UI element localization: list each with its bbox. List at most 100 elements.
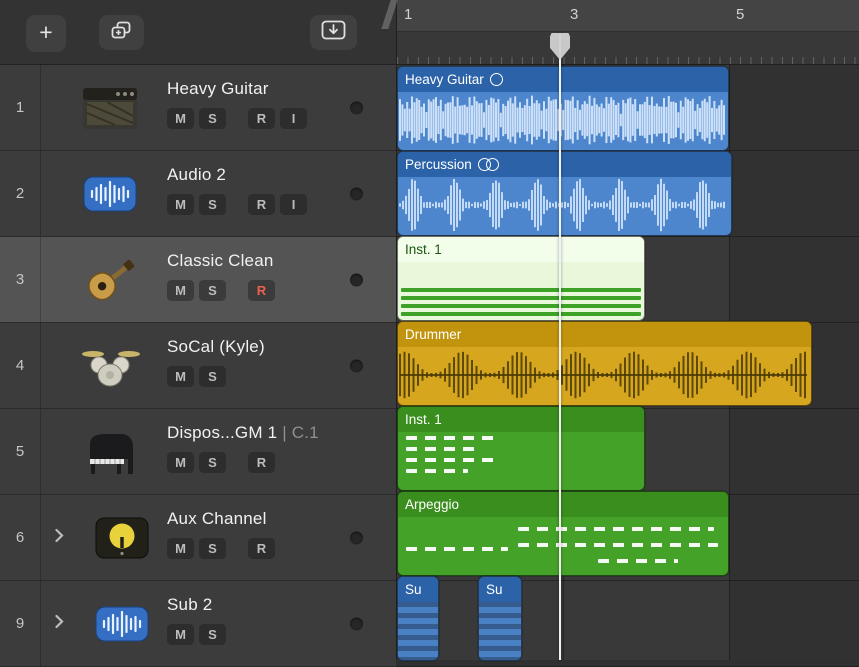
track-name[interactable]: Sub 2	[167, 595, 226, 615]
solo-button[interactable]: S	[199, 366, 226, 387]
track-number: 5	[0, 409, 41, 494]
track-buttons: MS	[167, 624, 226, 645]
amp-icon	[68, 85, 152, 131]
bar-number: 3	[570, 6, 578, 23]
region-header: Su	[398, 577, 438, 602]
record-enable-button[interactable]: R	[248, 194, 275, 215]
header-timeline-divider[interactable]	[396, 0, 397, 660]
duplicate-track-button[interactable]	[99, 15, 144, 50]
region-drummer[interactable]: Drummer	[397, 321, 812, 406]
mute-button[interactable]: M	[167, 280, 194, 301]
region-name: Heavy Guitar	[405, 72, 484, 87]
region-header: Su	[479, 577, 521, 602]
mute-button[interactable]: M	[167, 538, 194, 559]
region-inst-1[interactable]: Inst. 1	[397, 236, 645, 321]
track-name[interactable]: Classic Clean	[167, 251, 275, 271]
track-name[interactable]: Aux Channel	[167, 509, 275, 529]
input-monitoring-button[interactable]: I	[280, 108, 307, 129]
midi-note-bar	[401, 288, 641, 292]
bar-number: 5	[736, 6, 744, 23]
record-enable-button[interactable]: R	[248, 108, 275, 129]
mute-button[interactable]: M	[167, 452, 194, 473]
loop-circle-icon	[490, 73, 503, 86]
track-header-6[interactable]: 6Aux ChannelMSR	[0, 495, 396, 581]
track-state-dot	[350, 187, 363, 200]
track-name[interactable]: Audio 2	[167, 165, 307, 185]
track-buttons: MS	[167, 366, 265, 387]
solo-button[interactable]: S	[199, 280, 226, 301]
region-header: Arpeggio	[398, 492, 728, 517]
audio-waveform	[398, 177, 729, 233]
region-body	[398, 262, 644, 320]
midi-note-bar	[401, 312, 641, 316]
track-state-dot	[350, 359, 363, 372]
region-header: Inst. 1	[398, 237, 644, 262]
track-number: 1	[0, 65, 41, 150]
track-header-9[interactable]: 9 Sub 2 MS	[0, 581, 396, 667]
region-su[interactable]: Su	[478, 576, 522, 661]
region-header: Drummer	[398, 322, 811, 347]
track-number: 9	[0, 581, 41, 666]
control-bar: +	[0, 0, 396, 65]
region-arpeggio[interactable]: Arpeggio	[397, 491, 729, 576]
piano-icon	[68, 428, 152, 476]
region-header: Heavy Guitar	[398, 67, 728, 92]
track-header-5[interactable]: 5 Dispos...GM 1 | C.1 MS R	[0, 409, 396, 495]
add-track-button[interactable]: +	[26, 15, 66, 52]
audio-waveform	[398, 92, 726, 148]
track-buttons: MS R	[167, 280, 275, 301]
track-buttons: MS RI	[167, 108, 307, 129]
knob-icon	[80, 517, 164, 559]
playhead-line	[559, 34, 561, 660]
track-name[interactable]: SoCal (Kyle)	[167, 337, 265, 357]
region-body	[479, 602, 521, 660]
disclosure-chevron-icon[interactable]	[55, 614, 64, 633]
timeline-area: 1 3 5 Heavy Guitar Percussion Inst. 1 Drummer…	[397, 0, 859, 660]
mute-button[interactable]: M	[167, 624, 194, 645]
solo-button[interactable]: S	[199, 108, 226, 129]
drum-kit-icon	[68, 342, 152, 390]
bar-number: 1	[404, 6, 412, 23]
record-enable-button[interactable]: R	[248, 538, 275, 559]
region-inst-1[interactable]: Inst. 1	[397, 406, 645, 491]
solo-button[interactable]: S	[199, 538, 226, 559]
track-name[interactable]: Dispos...GM 1 | C.1	[167, 423, 319, 443]
track-number: 2	[0, 151, 41, 236]
region-name: Percussion	[405, 157, 472, 172]
mute-button[interactable]: M	[167, 194, 194, 215]
region-body	[398, 432, 644, 490]
record-enable-button[interactable]: R	[248, 280, 275, 301]
track-header-2[interactable]: 2 Audio 2 MS RI	[0, 151, 396, 237]
region-percussion[interactable]: Percussion	[397, 151, 732, 236]
region-body	[398, 517, 728, 575]
midi-note-dashes	[406, 458, 498, 462]
midi-note-dashes	[598, 559, 678, 563]
track-header-1[interactable]: 1 Heavy Guitar MS RI	[0, 65, 396, 151]
region-name: Inst. 1	[405, 412, 442, 427]
track-header-4[interactable]: 4SoCal (Kyle)MS	[0, 323, 396, 409]
track-state-dot	[350, 273, 363, 286]
solo-button[interactable]: S	[199, 624, 226, 645]
ruler-tick-strip[interactable]	[397, 32, 859, 65]
region-name: Su	[405, 582, 422, 597]
region-layer: Heavy Guitar Percussion Inst. 1 Drummer Inst…	[397, 65, 859, 660]
midi-note-dashes	[406, 547, 508, 551]
input-monitoring-button[interactable]: I	[280, 194, 307, 215]
region-su[interactable]: Su	[397, 576, 439, 661]
track-header-3[interactable]: 3Classic CleanMSR	[0, 237, 396, 323]
solo-button[interactable]: S	[199, 452, 226, 473]
track-header-config-button[interactable]	[310, 15, 357, 50]
bar-ruler[interactable]: 1 3 5	[397, 0, 859, 32]
region-header: Inst. 1	[398, 407, 644, 432]
region-name: Drummer	[405, 327, 461, 342]
region-heavy-guitar[interactable]: Heavy Guitar	[397, 66, 729, 151]
solo-button[interactable]: S	[199, 194, 226, 215]
record-enable-button[interactable]: R	[248, 452, 275, 473]
track-name[interactable]: Heavy Guitar	[167, 79, 307, 99]
guitar-icon	[68, 253, 152, 307]
mute-button[interactable]: M	[167, 366, 194, 387]
mute-button[interactable]: M	[167, 108, 194, 129]
midi-note-dashes	[406, 447, 482, 451]
disclosure-chevron-icon[interactable]	[55, 528, 64, 547]
region-name: Su	[486, 582, 503, 597]
